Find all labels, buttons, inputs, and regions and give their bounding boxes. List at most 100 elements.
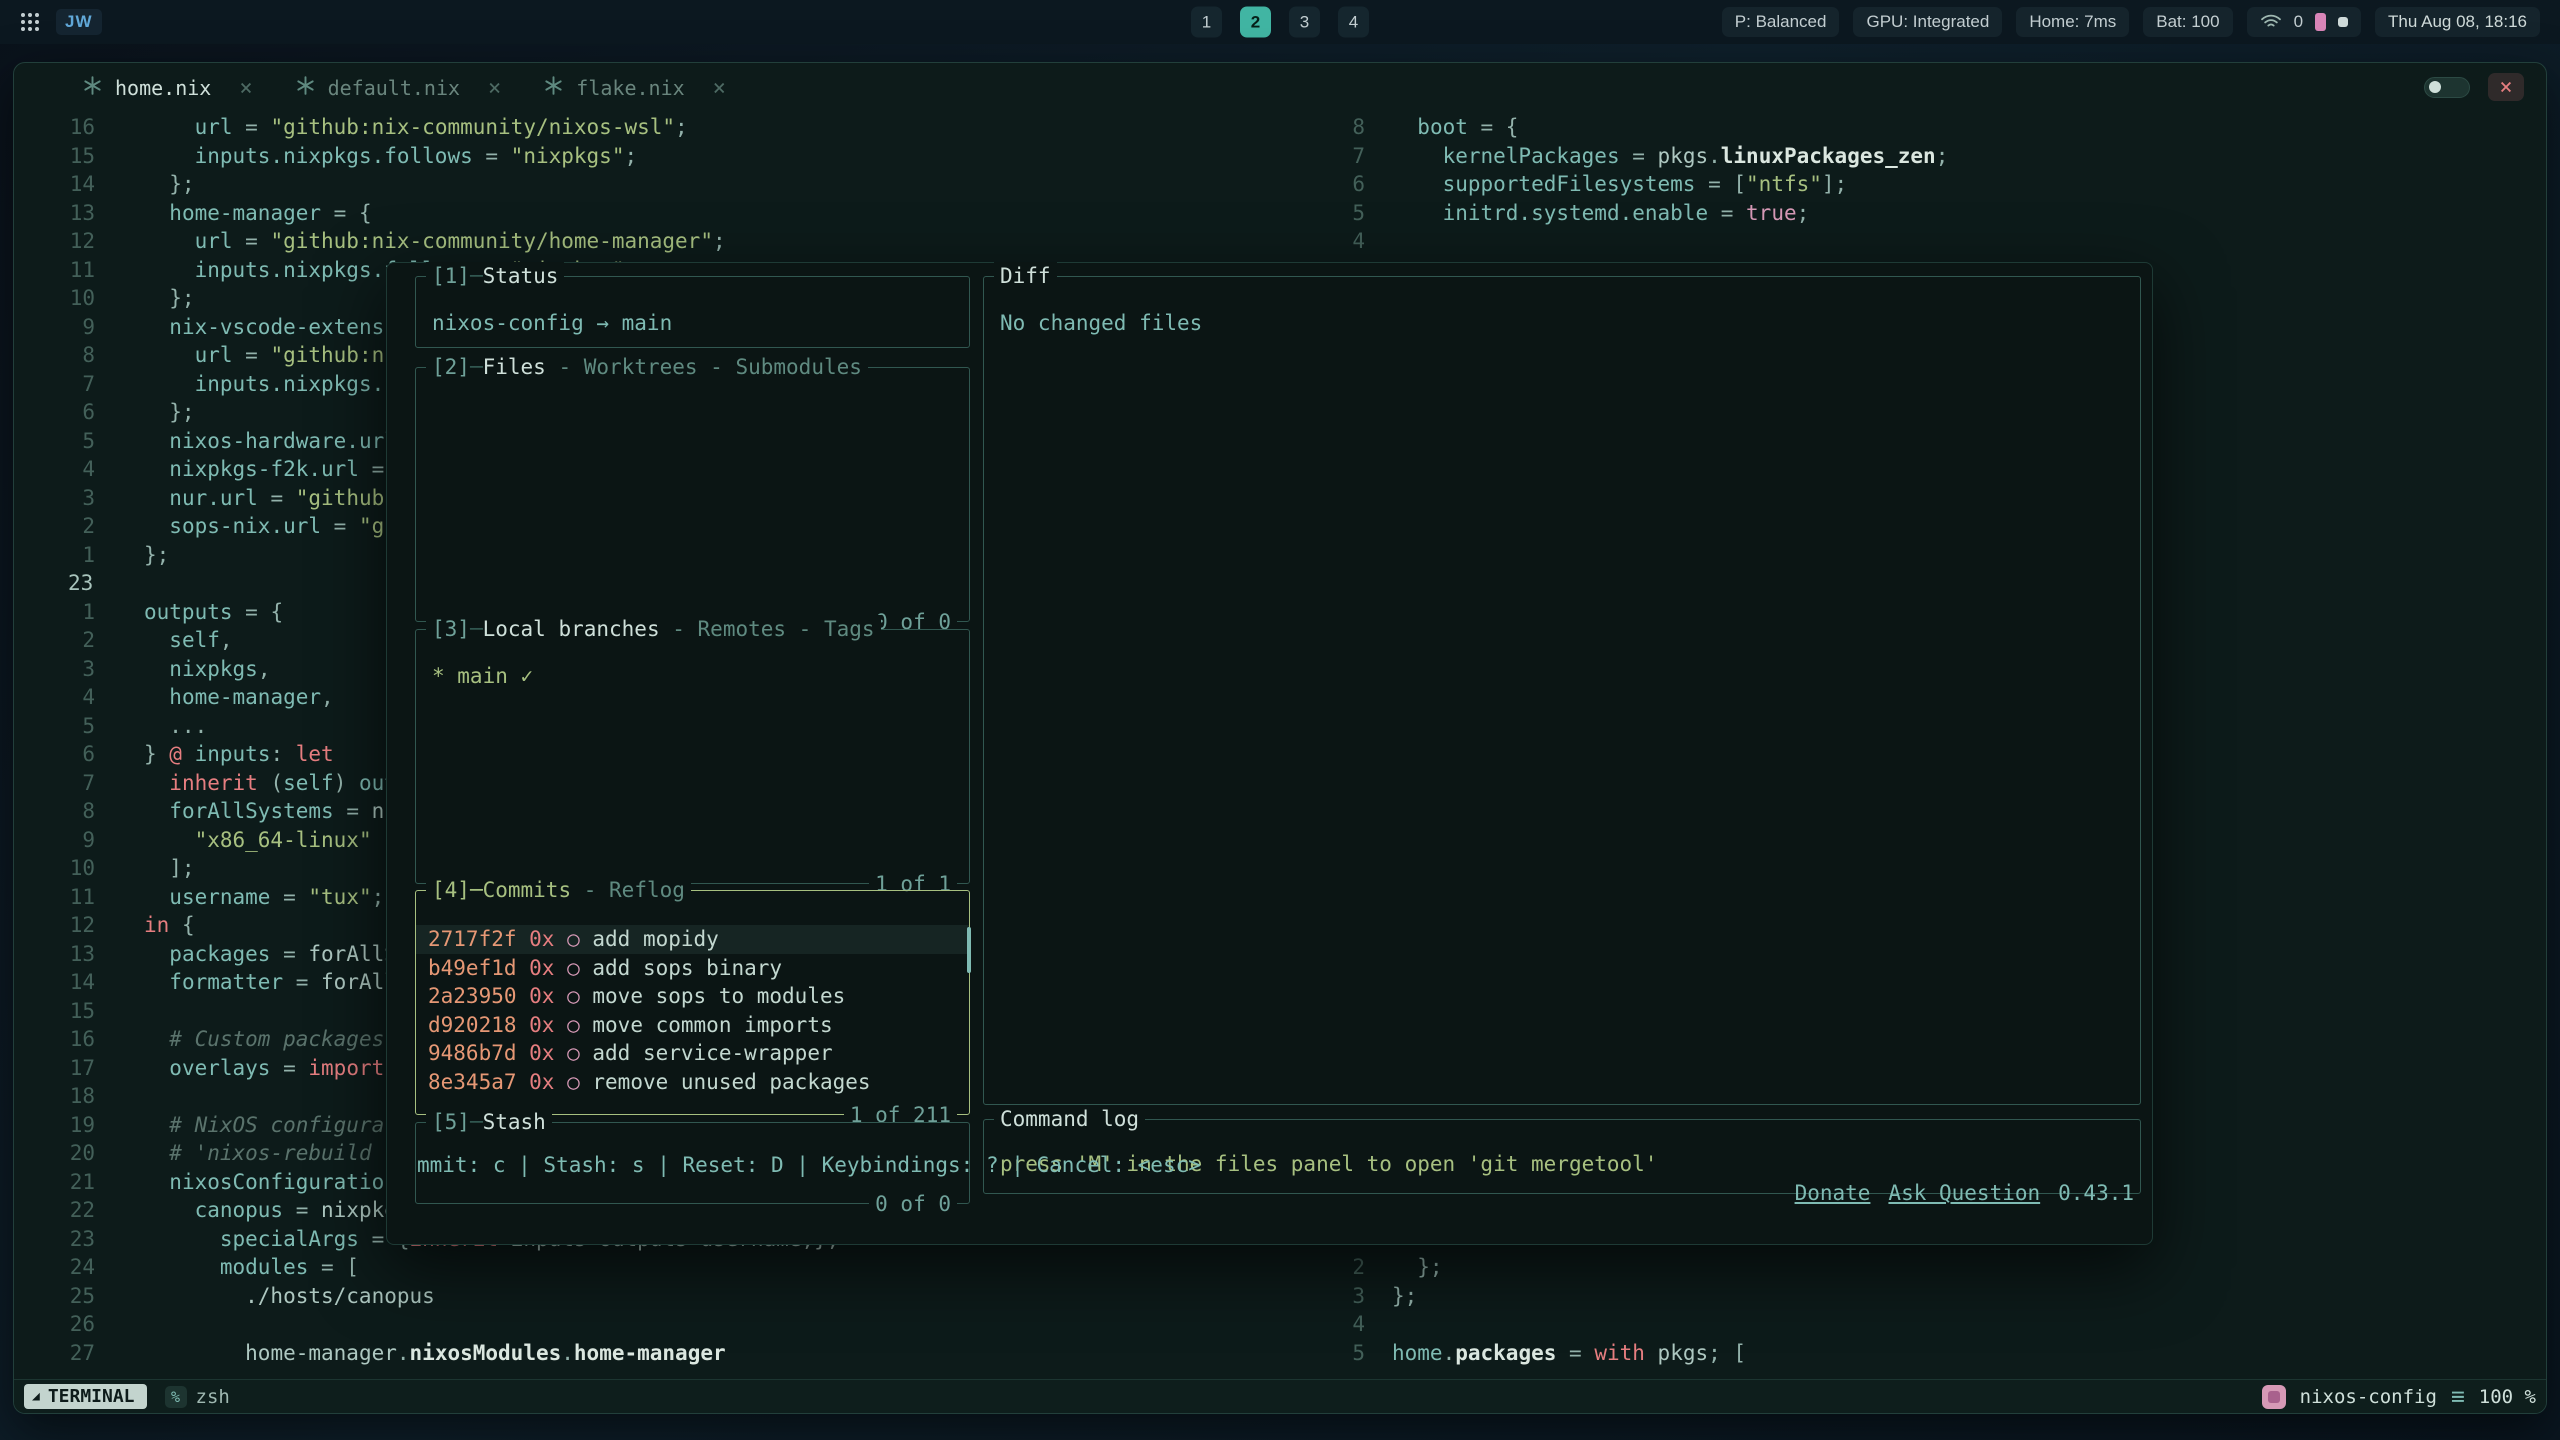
commit-row[interactable]: d920218 0x ○ move common imports <box>416 1011 969 1040</box>
line-number: 6 <box>1320 170 1365 199</box>
commit-row[interactable]: 2717f2f 0x ○ add mopidy <box>416 925 969 954</box>
line-number: 3 <box>1320 1282 1365 1311</box>
project-name[interactable]: nixos-config <box>2300 1386 2437 1408</box>
commit-hash: 8e345a7 <box>428 1068 529 1097</box>
line-number: 2 <box>14 512 109 541</box>
wifi-icon <box>2260 13 2282 31</box>
line-number: 14 <box>14 968 109 997</box>
commit-hash: b49ef1d <box>428 954 529 983</box>
commit-row[interactable]: b49ef1d 0x ○ add sops binary <box>416 954 969 983</box>
line-number: 8 <box>14 341 109 370</box>
line-number: 19 <box>14 1111 109 1140</box>
branches-panel[interactable]: [3]─Local branches - Remotes - Tags * ma… <box>415 629 970 884</box>
shell-indicator[interactable]: %zsh <box>165 1386 230 1408</box>
tab-home.nix[interactable]: home.nix × <box>76 71 259 105</box>
commit-row[interactable]: 8e345a7 0x ○ remove unused packages <box>416 1068 969 1097</box>
line-number: 8 <box>14 797 109 826</box>
user-badge[interactable]: JW <box>56 9 102 35</box>
commit-message: move sops to modules <box>592 982 845 1011</box>
tab-label: home.nix <box>115 76 211 100</box>
screenshare-icon <box>2315 13 2326 31</box>
donate-link[interactable]: Donate <box>1795 1181 1871 1205</box>
commit-list: 2717f2f 0x ○ add mopidyb49ef1d 0x ○ add … <box>416 891 969 1096</box>
line-number: 4 <box>14 455 109 484</box>
line-number: 14 <box>14 170 109 199</box>
diff-content: No changed files <box>1000 311 1202 335</box>
line-number: 4 <box>1320 227 1365 256</box>
workspace-button-1[interactable]: 1 <box>1191 7 1222 38</box>
tab-default.nix[interactable]: default.nix × <box>289 71 508 105</box>
files-panel[interactable]: [2]─Files - Worktrees - Submodules 0 of … <box>415 367 970 622</box>
status-module: Bat: 100 <box>2143 7 2232 37</box>
commit-message: add sops binary <box>592 954 782 983</box>
code-line: 4 <box>1320 227 2546 256</box>
scroll-position: 100 % <box>2479 1386 2536 1408</box>
line-number: 5 <box>1320 199 1365 228</box>
media-icon <box>2338 17 2348 27</box>
commit-row[interactable]: 2a23950 0x ○ move sops to modules <box>416 982 969 1011</box>
commit-author: 0x <box>529 982 567 1011</box>
line-number: 5 <box>1320 1339 1365 1368</box>
line-number: 20 <box>14 1139 109 1168</box>
status-module: Home: 7ms <box>2016 7 2129 37</box>
status-module: P: Balanced <box>1722 7 1840 37</box>
commit-author: 0x <box>529 925 567 954</box>
tab-label: default.nix <box>328 76 460 100</box>
nix-snowflake-icon <box>543 75 564 101</box>
tab-flake.nix[interactable]: flake.nix× <box>537 71 732 105</box>
line-number: 4 <box>14 683 109 712</box>
ask-question-link[interactable]: Ask Question <box>1888 1181 2040 1205</box>
system-tray[interactable]: 0 <box>2247 7 2361 37</box>
line-number: 22 <box>14 1196 109 1225</box>
code-line: 8 boot = { <box>1320 113 2546 142</box>
line-number: 3 <box>14 484 109 513</box>
commits-scrollbar[interactable] <box>967 927 971 973</box>
status-panel[interactable]: [1]─Status nixos-config → main <box>415 276 970 348</box>
line-number: 11 <box>14 883 109 912</box>
code-line: 3}; <box>1320 1282 2546 1311</box>
line-number: 23 <box>14 1225 109 1254</box>
window-close-button[interactable]: × <box>2488 73 2524 101</box>
code-line: 13 home-manager = { <box>14 199 1320 228</box>
commit-author: 0x <box>529 1011 567 1040</box>
diff-panel[interactable]: Diff No changed files <box>983 276 2141 1105</box>
branch-row[interactable]: * main ✓ <box>432 664 533 688</box>
keybindings-bar: mmit: c | Stash: s | Reset: D | Keybindi… <box>417 1151 2134 1237</box>
workspace-button-3[interactable]: 3 <box>1289 7 1320 38</box>
commit-hash: 2a23950 <box>428 982 529 1011</box>
tab-close-icon[interactable]: × <box>239 76 252 101</box>
line-number: 6 <box>14 740 109 769</box>
workspace-button-2[interactable]: 2 <box>1240 7 1271 38</box>
code-line: 5 initrd.systemd.enable = true; <box>1320 199 2546 228</box>
tab-close-icon[interactable]: × <box>488 76 501 101</box>
nix-snowflake-icon <box>82 75 103 101</box>
line-number: 16 <box>14 113 109 142</box>
line-number: 1 <box>14 541 109 570</box>
mode-badge: ◢TERMINAL <box>24 1384 147 1409</box>
line-number: 3 <box>14 655 109 684</box>
clock[interactable]: Thu Aug 08, 18:16 <box>2375 7 2540 37</box>
workspace-button-4[interactable]: 4 <box>1338 7 1369 38</box>
commit-graph-node-icon: ○ <box>567 1011 592 1040</box>
editor-tabs: home.nix×default.nix×flake.nix× <box>76 71 732 105</box>
code-line: 12 url = "github:nix-community/home-mana… <box>14 227 1320 256</box>
commits-panel[interactable]: [4]─Commits - Reflog 2717f2f 0x ○ add mo… <box>415 890 970 1115</box>
commit-graph-node-icon: ○ <box>567 1039 592 1068</box>
commit-row[interactable]: 9486b7d 0x ○ add service-wrapper <box>416 1039 969 1068</box>
line-number: 12 <box>14 911 109 940</box>
status-module: GPU: Integrated <box>1853 7 2002 37</box>
line-number: 13 <box>14 940 109 969</box>
line-number: 4 <box>1320 1310 1365 1339</box>
line-number: 7 <box>14 769 109 798</box>
commit-hash: 2717f2f <box>428 925 529 954</box>
commit-message: remove unused packages <box>592 1068 870 1097</box>
nix-snowflake-icon <box>295 75 316 101</box>
tab-close-icon[interactable]: × <box>713 76 726 101</box>
apps-grid-icon[interactable] <box>20 12 40 32</box>
toggle-switch[interactable] <box>2424 77 2470 98</box>
window-status-bar: ◢TERMINAL %zsh nixos-config ≡ 100 % <box>14 1379 2546 1413</box>
line-number: 2 <box>14 626 109 655</box>
line-number: 9 <box>14 313 109 342</box>
commit-message: add mopidy <box>592 925 718 954</box>
code-line: 26 <box>14 1310 1320 1339</box>
